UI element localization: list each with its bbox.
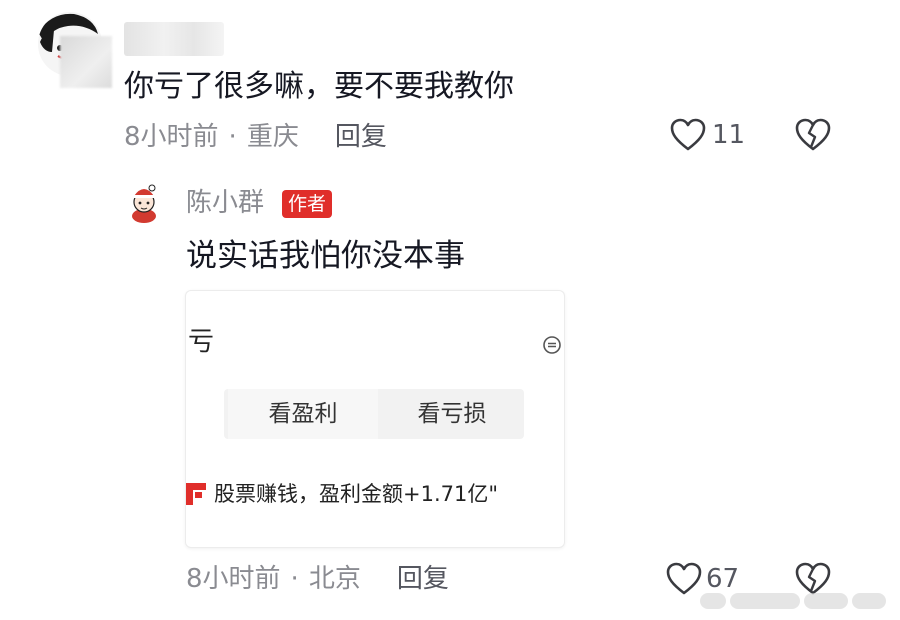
comment-like-button[interactable]: 11: [670, 118, 745, 152]
circle-menu-icon: [543, 336, 561, 354]
watermark: [700, 588, 892, 614]
card-tab-profit: 看盈利: [228, 389, 378, 439]
author-name[interactable]: 陈小群: [186, 186, 264, 220]
card-tab-loss: 看亏损: [417, 401, 487, 427]
card-headline: 股票赚钱，盈利金额+1.71亿": [186, 479, 498, 509]
author-avatar[interactable]: [122, 180, 166, 224]
comment-reply-button[interactable]: 回复: [335, 122, 387, 152]
reply-image-card[interactable]: 亏 看盈利 看亏损 股票赚钱，盈利金额+1.71亿": [185, 290, 565, 548]
author-badge: 作者: [282, 190, 333, 218]
avatar-blur-mosaic: [60, 36, 112, 88]
comment-location: 重庆: [246, 122, 299, 152]
reply-meta: 8小时前 · 北京 回复: [186, 564, 449, 594]
comment-dislike-button[interactable]: [795, 118, 831, 152]
reply-time: 8小时前: [186, 564, 281, 594]
reply-location: 北京: [308, 564, 361, 594]
reply-text: 说实话我怕你没本事: [186, 238, 465, 274]
comment-time: 8小时前: [124, 122, 219, 152]
heart-outline-icon: [666, 562, 702, 595]
card-tab-bar: 看盈利 看亏损: [224, 389, 524, 439]
broken-heart-icon: [795, 118, 831, 151]
heart-outline-icon: [670, 118, 706, 151]
card-headline-text: 股票赚钱，盈利金额+1.71亿": [214, 482, 499, 506]
commenter-name-blurred[interactable]: [124, 22, 224, 56]
brand-logo-icon: [186, 483, 206, 505]
comment-like-count: 11: [712, 120, 746, 150]
comment-meta: 8小时前 · 重庆 回复: [124, 122, 387, 152]
card-corner-text: 亏: [188, 327, 215, 357]
reply-reply-button[interactable]: 回复: [397, 564, 449, 594]
comment-text: 你亏了很多嘛，要不要我教你: [124, 69, 514, 104]
